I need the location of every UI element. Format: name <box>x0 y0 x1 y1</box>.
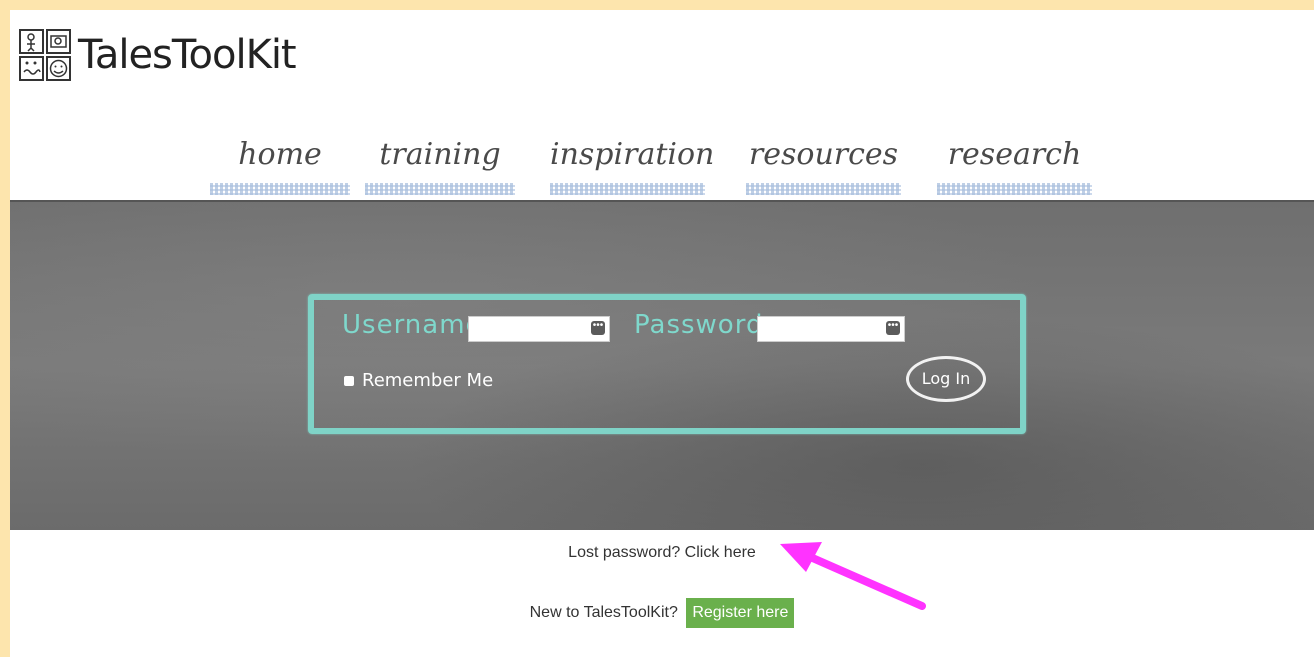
remember-me-label: Remember Me <box>362 370 494 391</box>
annotation-arrow-icon <box>780 542 926 610</box>
password-input[interactable]: ••• <box>757 316 905 342</box>
password-manager-icon[interactable]: ••• <box>591 321 605 335</box>
login-button[interactable]: Log In <box>906 356 986 402</box>
nav-item-research[interactable]: research <box>937 135 1092 195</box>
lost-password-line: Lost password? Click here <box>10 544 1314 562</box>
main-nav: home training inspiration resources rese… <box>10 135 1314 195</box>
nav-item-resources[interactable]: resources <box>746 135 901 195</box>
nav-underline <box>937 183 1092 195</box>
password-manager-icon[interactable]: ••• <box>886 321 900 335</box>
remember-me-checkbox[interactable]: Remember Me <box>344 370 493 391</box>
logo-grid-icon <box>19 29 71 81</box>
nav-underline <box>550 183 705 195</box>
nav-underline <box>210 183 350 195</box>
nav-item-inspiration[interactable]: inspiration <box>550 135 715 195</box>
page: TalesToolKit home training inspiration r… <box>10 10 1314 657</box>
username-input[interactable]: ••• <box>468 316 610 342</box>
site-header: TalesToolKit home training inspiration r… <box>10 10 1314 200</box>
nav-item-label: home <box>238 137 322 172</box>
lost-password-link[interactable]: Lost password? Click here <box>568 544 756 561</box>
password-label: Password <box>634 310 764 340</box>
nav-item-home[interactable]: home <box>210 135 350 195</box>
nav-underline <box>365 183 515 195</box>
logo-text: TalesToolKit <box>78 32 297 78</box>
chalkboard-panel: Username ••• Password ••• Remember Me Lo… <box>10 200 1314 530</box>
register-line: New to TalesToolKit? Register here <box>10 598 1314 628</box>
nav-item-label: research <box>947 137 1082 172</box>
nav-item-label: inspiration <box>550 137 715 172</box>
username-label: Username <box>342 310 483 340</box>
nav-item-training[interactable]: training <box>365 135 515 195</box>
login-form: Username ••• Password ••• Remember Me Lo… <box>308 294 1026 434</box>
nav-item-label: resources <box>748 137 899 172</box>
new-to-text: New to TalesToolKit? <box>529 604 678 621</box>
nav-underline <box>746 183 901 195</box>
site-logo[interactable]: TalesToolKit <box>18 28 297 82</box>
checkbox-box[interactable] <box>344 375 354 386</box>
nav-item-label: training <box>379 137 501 172</box>
